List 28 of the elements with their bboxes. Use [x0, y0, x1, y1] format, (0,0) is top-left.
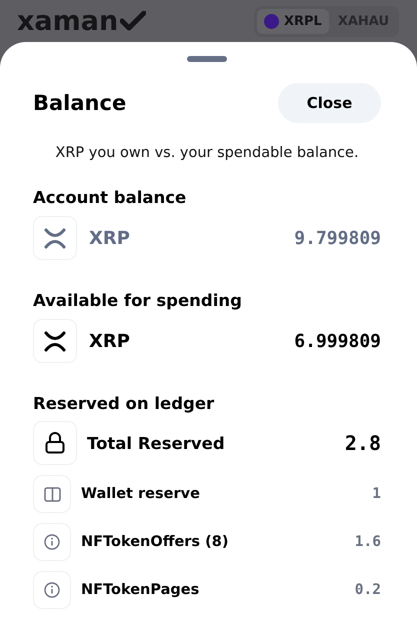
- info-icon: [44, 582, 60, 598]
- close-button[interactable]: Close: [278, 83, 381, 123]
- row-label: XRP: [89, 330, 131, 352]
- row-amount: 0.2: [354, 582, 381, 598]
- row-label: Wallet reserve: [81, 486, 201, 502]
- logo-text: xaman: [17, 8, 118, 34]
- row-amount: 1.6: [354, 534, 381, 550]
- drag-handle[interactable]: [187, 56, 227, 62]
- row-amount: 1: [372, 486, 381, 502]
- sheet-title: Balance: [33, 91, 126, 115]
- section-heading: Account balance: [33, 188, 188, 207]
- xrp-logo-icon: [43, 330, 67, 352]
- row-label: NFTokenOffers (8): [81, 534, 230, 550]
- row-label: Total Reserved: [87, 434, 226, 452]
- xrp-logo-icon: [43, 228, 67, 248]
- section-heading: Available for spending: [33, 291, 243, 310]
- row-amount: 9.799809: [294, 228, 381, 248]
- network-tab[interactable]: XRPL: [256, 8, 329, 34]
- row-amount: 2.8: [344, 431, 381, 455]
- subtitle: XRP you own vs. your spendable balance.: [54, 145, 360, 161]
- row-amount: 6.999809: [294, 330, 381, 352]
- row-label: NFTokenPages: [81, 582, 200, 598]
- check-icon: [120, 11, 146, 31]
- lock-icon: [45, 432, 65, 454]
- panel-icon: [44, 486, 60, 502]
- row-label: XRP: [89, 228, 131, 248]
- info-icon: [44, 534, 60, 550]
- section-heading: Reserved on ledger: [33, 394, 216, 413]
